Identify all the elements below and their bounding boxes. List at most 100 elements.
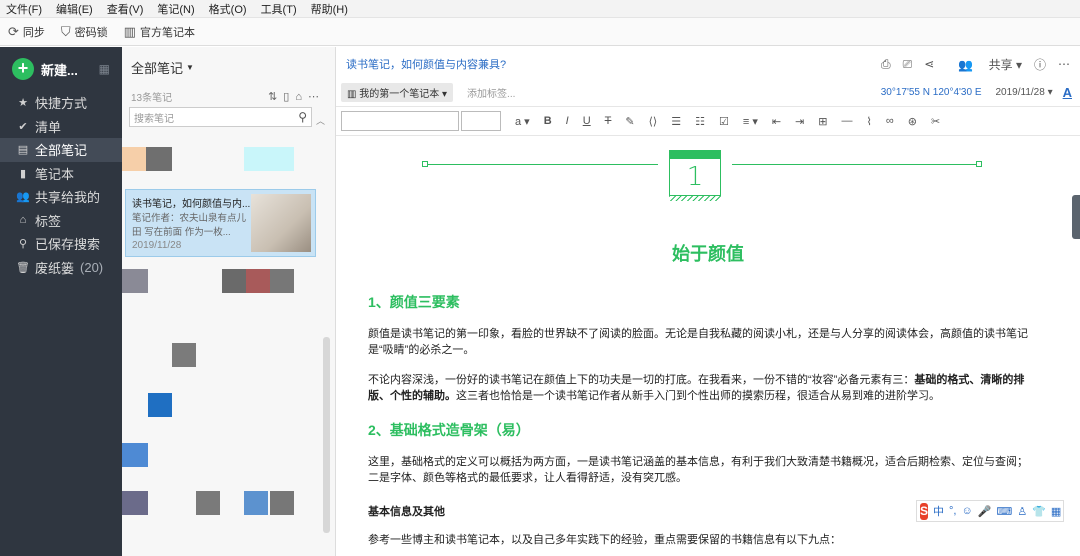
calendar-shadow — [669, 196, 721, 201]
numbered-list-icon[interactable]: ☷ — [695, 115, 705, 128]
menu-file[interactable]: 文件(F) — [6, 1, 42, 17]
note-meta-row: ▥ 我的第一个笔记本 ▾ 添加标签... 30°17'55 N 120°4'30… — [336, 81, 1080, 103]
note-body[interactable]: 1 始于颜值 1、颜值三要素 颜值是读书笔记的第一印象，看脸的世界缺不了阅读的脸… — [336, 136, 1080, 546]
indent-icon[interactable]: ⇥ — [795, 115, 804, 128]
align-icon[interactable]: ≡ ▾ — [743, 115, 758, 128]
trash-icon: 🗑 — [16, 261, 30, 274]
list-item[interactable] — [146, 147, 172, 171]
share-nodes-icon[interactable]: ⋖ — [924, 57, 934, 71]
side-panel-handle[interactable] — [1072, 195, 1080, 239]
note-title[interactable]: 读书笔记，如何颜值与内容兼具? — [346, 56, 506, 72]
note-date[interactable]: 2019/11/28 ▾ — [995, 87, 1052, 98]
highlight-icon[interactable]: ✎ — [625, 115, 634, 128]
paragraph: 这里，基础格式的定义可以概括为两方面，一是读书笔记涵盖的基本信息，有利于我们大致… — [368, 456, 1028, 484]
sidebar-item-checklist[interactable]: ✔ 清单 — [0, 115, 122, 139]
skin-icon[interactable]: 👕 — [1032, 505, 1046, 518]
emoji-icon[interactable]: ☺ — [961, 505, 972, 517]
section-heading: 2、基础格式造骨架（易） — [368, 422, 530, 438]
share-button[interactable]: 👥 共享 ▾ — [946, 56, 1022, 73]
font-style-icon[interactable]: A — [1063, 85, 1072, 100]
selected-note-card[interactable]: 读书笔记，如何颜值与内... 笔记作者：农夫山泉有点儿田 写在前面 作为一枚..… — [125, 189, 316, 257]
list-view-icons[interactable]: ⇅▯⌂⋯ — [268, 90, 325, 103]
sync-button[interactable]: ⟳ 同步 — [8, 24, 45, 40]
list-item[interactable] — [244, 147, 294, 171]
menu-format[interactable]: 格式(O) — [209, 1, 247, 17]
list-item[interactable] — [270, 491, 294, 515]
lock-button[interactable]: ⛉ 密码锁 — [61, 24, 108, 40]
sidebar-item-shared[interactable]: 👥 共享给我的 — [0, 185, 122, 209]
list-item[interactable] — [148, 393, 172, 417]
menu-edit[interactable]: 编辑(E) — [56, 1, 93, 17]
menu-view[interactable]: 查看(V) — [107, 1, 144, 17]
grid-icon[interactable]: ▦ — [99, 62, 110, 76]
outdent-icon[interactable]: ⇤ — [772, 115, 781, 128]
users-icon: 👥 — [16, 191, 30, 204]
menu-help[interactable]: 帮助(H) — [311, 1, 348, 17]
list-item[interactable] — [122, 491, 148, 515]
sidebar-item-all-notes[interactable]: ▤ 全部笔记 — [0, 138, 122, 162]
list-item[interactable] — [270, 269, 294, 293]
list-item[interactable] — [222, 269, 246, 293]
list-item[interactable] — [122, 147, 146, 171]
collapse-icon[interactable]: ︿ — [316, 114, 325, 127]
editor-title-row: 读书笔记，如何颜值与内容兼具? ⎙ ⎚ ⋖ 👥 共享 ▾ ⓘ ⋯ — [336, 47, 1080, 81]
link-icon[interactable]: ∞ — [886, 115, 894, 127]
list-item[interactable] — [122, 443, 148, 467]
font-size-select[interactable] — [461, 111, 501, 131]
more-icon[interactable]: ⋯ — [1058, 57, 1070, 71]
calendar-icon: 1 — [669, 150, 721, 196]
notebook-icon: ▮ — [19, 167, 27, 180]
strikethrough-icon[interactable]: T — [605, 115, 612, 127]
sidebar-item-shortcuts[interactable]: ★ 快捷方式 — [0, 91, 122, 115]
official-notebook-button[interactable]: ▥ 官方笔记本 — [124, 24, 195, 40]
search-input[interactable]: 搜索笔记 ⚲ — [129, 107, 312, 127]
sidebar-item-saved-search[interactable]: ⚲ 已保存搜索 — [0, 232, 122, 256]
sidebar-item-trash[interactable]: 🗑 废纸篓 (20) — [0, 256, 122, 280]
list-item[interactable] — [122, 269, 148, 293]
info-icon[interactable]: ⓘ — [1034, 56, 1046, 73]
sidebar-item-tags[interactable]: ⌂ 标签 — [0, 209, 122, 233]
list-item[interactable] — [172, 343, 196, 367]
list-item[interactable] — [244, 491, 268, 515]
bullet-list-icon[interactable]: ☰ — [671, 115, 681, 128]
checkbox-icon[interactable]: ☑ — [719, 115, 729, 128]
list-item[interactable] — [246, 269, 270, 293]
notebook-selector[interactable]: ▥ 我的第一个笔记本 ▾ — [341, 82, 454, 102]
user-icon[interactable]: ♙ — [1017, 505, 1027, 518]
present-icon[interactable]: ⎚ — [903, 57, 913, 72]
ime-toolbar[interactable]: S 中 °, ☺ 🎤 ⌨ ♙ 👕 ▦ — [916, 500, 1064, 522]
print-icon[interactable]: ⎙ — [881, 57, 891, 72]
attachment-icon[interactable]: ⌇ — [867, 115, 872, 128]
divider-line — [428, 164, 658, 165]
text-color-icon[interactable]: a ▾ — [515, 115, 530, 128]
divider-icon[interactable]: — — [842, 115, 853, 127]
code-icon[interactable]: ⟨⟩ — [649, 115, 658, 128]
bold-icon[interactable]: B — [544, 115, 552, 127]
table-icon[interactable]: ⊞ — [818, 115, 827, 128]
font-family-select[interactable] — [341, 111, 459, 131]
menu-note[interactable]: 笔记(N) — [157, 1, 194, 17]
menu-tools[interactable]: 工具(T) — [261, 1, 297, 17]
keyboard-icon[interactable]: ⌨ — [996, 505, 1012, 518]
italic-icon[interactable]: I — [566, 115, 569, 127]
editor-actions: ⎙ ⎚ ⋖ 👥 共享 ▾ ⓘ ⋯ — [869, 56, 1070, 73]
mic-icon[interactable]: 🎤 — [978, 505, 992, 518]
emoji-icon[interactable]: ⊛ — [908, 115, 917, 128]
star-icon: ★ — [18, 97, 28, 110]
sogou-logo: S — [920, 502, 929, 520]
notebook-icon: ▥ — [347, 88, 357, 100]
list-scrollbar[interactable] — [323, 337, 330, 533]
sidebar-item-notebooks[interactable]: ▮ 笔记本 — [0, 162, 122, 186]
underline-icon[interactable]: U — [583, 115, 591, 127]
grid-icon[interactable]: ▦ — [1051, 505, 1061, 518]
list-item[interactable] — [196, 491, 220, 515]
add-tag-input[interactable]: 添加标签... — [467, 85, 515, 100]
main-heading: 始于颜值 — [672, 244, 744, 264]
note-editor: 读书笔记，如何颜值与内容兼具? ⎙ ⎚ ⋖ 👥 共享 ▾ ⓘ ⋯ ▥ 我的第一个… — [336, 47, 1080, 556]
section-heading: 1、颜值三要素 — [368, 294, 460, 310]
punctuation-icon[interactable]: °, — [949, 505, 956, 517]
new-note-button[interactable]: + 新建... ▦ — [0, 47, 122, 91]
note-list-title[interactable]: 全部笔记 ▼ — [122, 47, 335, 87]
scissors-icon[interactable]: ✂ — [931, 115, 940, 128]
location-coords[interactable]: 30°17'55 N 120°4'30 E — [881, 87, 982, 98]
